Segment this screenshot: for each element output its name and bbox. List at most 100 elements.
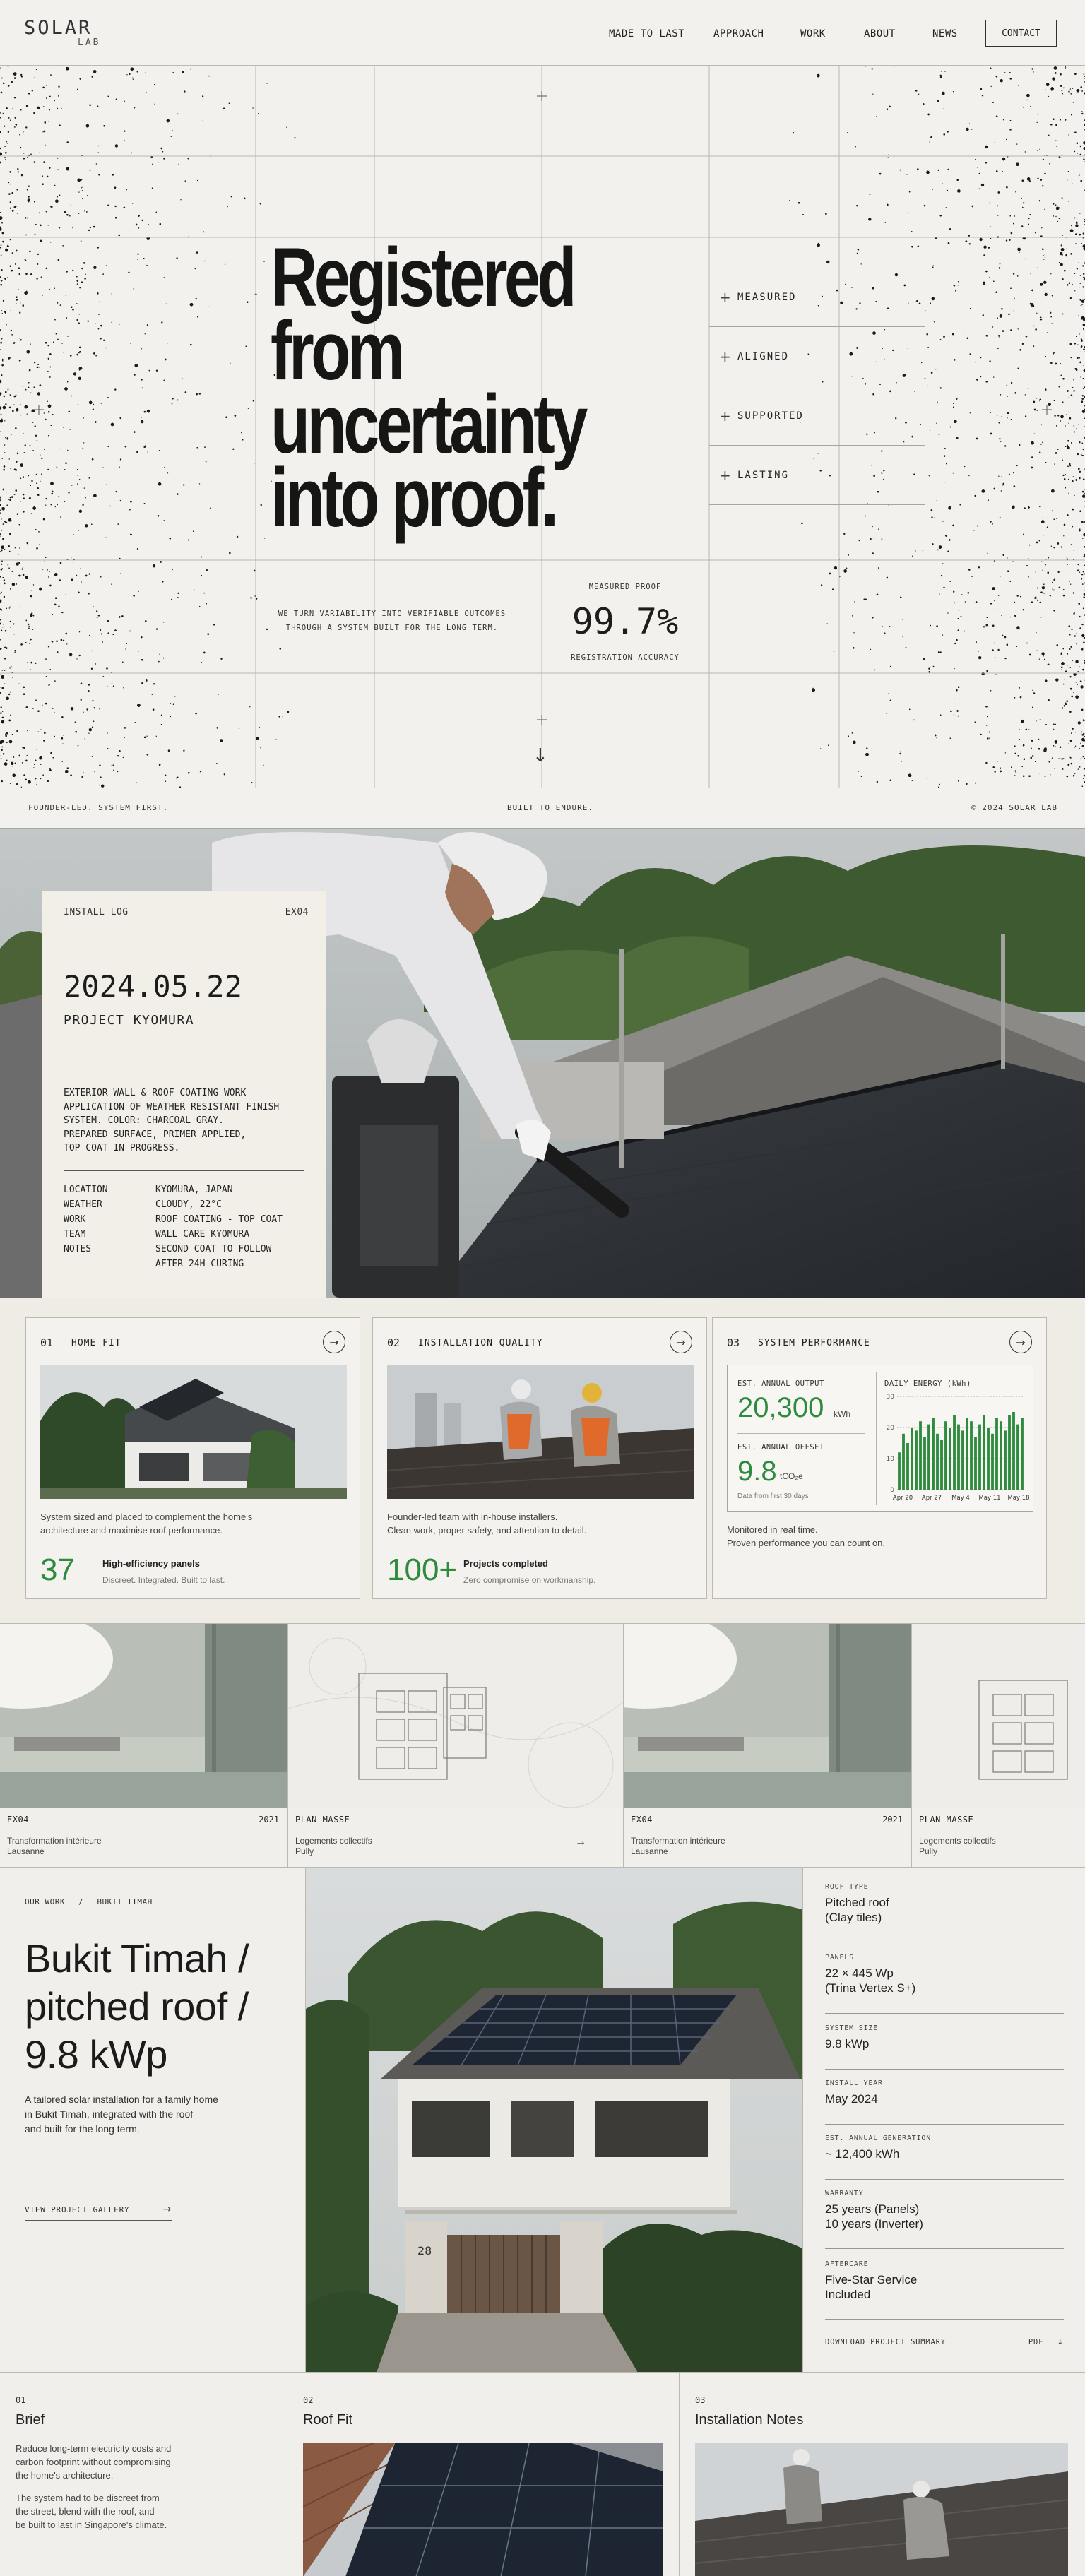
logo[interactable]: SOLAR LAB <box>24 18 100 48</box>
house-number: 28 <box>417 2244 432 2257</box>
spec-value: 25 years (Panels) 10 years (Inverter) <box>825 2202 1064 2231</box>
logo-main: SOLAR <box>24 17 93 39</box>
feature-stat: 37 <box>40 1553 75 1587</box>
install-log-card: INSTALL LOG EX04 2024.05.22 PROJECT KYOM… <box>42 891 326 1298</box>
download-format: PDF ↓ <box>1028 2338 1064 2346</box>
logo-sub: LAB <box>78 37 101 48</box>
para-line: the home's architecture. <box>16 2470 114 2481</box>
pillar-label: ALIGNED <box>737 350 790 362</box>
installers-roof-photo <box>695 2443 1068 2576</box>
spec-system-size: SYSTEM SIZE 9.8 kWp <box>825 2024 1064 2070</box>
install-log-date: 2024.05.22 <box>64 969 242 1004</box>
pillar-lasting[interactable]: + LASTING <box>709 446 925 505</box>
project-type: Logements collectifs <box>919 1836 996 1846</box>
arrow-down-icon[interactable]: ↓ <box>533 745 548 766</box>
projects-strip: EX04 2021 Transformation intérieure Laus… <box>0 1623 1085 1868</box>
arrow-right-icon[interactable]: → <box>1009 1331 1032 1353</box>
daily-energy-chart: 0 10 20 30 Apr 20 Apr 27 May 4 May 11 May 18 <box>887 1394 1030 1502</box>
feature-card-system-performance[interactable]: 03 SYSTEM PERFORMANCE → EST. ANNUAL OUTP… <box>712 1317 1047 1599</box>
feature-title: INSTALLATION QUALITY <box>418 1338 543 1348</box>
brief-paragraph-1: Reduce long-term electricity costs and c… <box>16 2442 192 2482</box>
plus-icon: + <box>719 348 731 365</box>
project-location: Lausanne <box>7 1846 45 1856</box>
spec-value: Pitched roof (Clay tiles) <box>825 1895 1064 1925</box>
chart-y-tick-label: 0 <box>890 1487 894 1494</box>
plus-icon: + <box>719 466 731 484</box>
arrow-right-icon[interactable]: → <box>670 1331 692 1353</box>
project-card[interactable]: EX04 2021 Transformation intérieure Laus… <box>624 1624 912 1868</box>
nav-link-approach[interactable]: APPROACH <box>713 28 764 40</box>
desc-line: Founder-led team with in-house installer… <box>387 1512 558 1522</box>
nav-link-about[interactable]: ABOUT <box>864 28 896 40</box>
hero-subtitle: WE TURN VARIABILITY INTO VERIFIABLE OUTC… <box>274 607 510 635</box>
pillar-measured[interactable]: + MEASURED <box>709 268 925 327</box>
project-card[interactable]: EX04 2021 Transformation intérieure Laus… <box>0 1624 288 1868</box>
chart-x-tick-label: Apr 27 <box>922 1495 942 1502</box>
desc-line: and built for the long term. <box>25 2123 140 2135</box>
pillar-label: LASTING <box>737 469 790 481</box>
gallery-label: VIEW PROJECT GALLERY <box>25 2205 130 2214</box>
project-image <box>912 1624 1085 1808</box>
download-summary-link[interactable]: DOWNLOAD PROJECT SUMMARY PDF ↓ <box>825 2338 1064 2346</box>
strip-center: BUILT TO ENDURE. <box>507 803 593 812</box>
hero-title-line-3: uncertainty <box>271 378 588 471</box>
format-label: PDF <box>1028 2338 1044 2346</box>
desc-line: Monitored in real time. <box>727 1524 818 1535</box>
project-card[interactable]: PLAN MASSE Logements collectifs Pully <box>912 1624 1085 1868</box>
project-location: Lausanne <box>631 1846 668 1856</box>
feature-description: System sized and placed to complement th… <box>40 1510 337 1537</box>
breadcrumb-bukit-timah: BUKIT TIMAH <box>97 1897 153 1906</box>
breadcrumb-our-work[interactable]: OUR WORK <box>25 1897 65 1906</box>
chart-bar <box>970 1421 973 1490</box>
chart-bar <box>911 1428 913 1490</box>
desc-line: Clean work, proper safety, and attention… <box>387 1525 587 1536</box>
chart-bar <box>906 1443 909 1490</box>
contact-button[interactable]: CONTACT <box>985 20 1057 47</box>
house-solar-photo: 28 <box>305 1868 803 2373</box>
detail-row: WEATHER CLOUDY, 22°C <box>64 1197 311 1212</box>
spec-line: (Trina Vertex S+) <box>825 1981 916 1995</box>
spec-line: (Clay tiles) <box>825 1911 882 1924</box>
pillar-aligned[interactable]: + ALIGNED <box>709 327 925 386</box>
download-icon: ↓ <box>1057 2338 1064 2346</box>
spec-key: AFTERCARE <box>825 2260 869 2268</box>
chart-bar <box>1016 1424 1019 1490</box>
feature-title: SYSTEM PERFORMANCE <box>758 1338 870 1348</box>
nav-link-news[interactable]: NEWS <box>932 28 958 40</box>
detail-row: AFTER 24H CURING <box>64 1257 311 1271</box>
annual-offset-label: EST. ANNUAL OFFSET <box>737 1443 824 1452</box>
chart-y-tick-label: 30 <box>887 1394 895 1401</box>
feature-card-home-fit[interactable]: 01 HOME FIT → System sized and placed to… <box>25 1317 360 1599</box>
hero-title-line-1: Registered <box>271 231 577 324</box>
chart-y-tick-label: 10 <box>887 1456 895 1463</box>
arrow-right-icon[interactable]: → <box>323 1331 345 1353</box>
project-year: 2021 <box>882 1815 903 1824</box>
project-image <box>0 1624 287 1808</box>
detail-value: WALL CARE KYOMURA <box>155 1229 250 1240</box>
chart-bar <box>991 1433 994 1490</box>
project-card[interactable]: PLAN MASSE Logements collectifs Pully → <box>288 1624 624 1868</box>
nav-link-made-to-last[interactable]: MADE TO LAST <box>609 28 684 40</box>
section-number: 03 <box>695 2395 706 2405</box>
chart-bar <box>983 1415 985 1490</box>
chart-bar <box>940 1440 943 1490</box>
project-label: EX04 <box>631 1815 653 1824</box>
arrow-right-icon[interactable]: → <box>575 1836 586 1848</box>
desc-line: A tailored solar installation for a fami… <box>25 2094 218 2105</box>
project-type: Transformation intérieure <box>631 1836 725 1846</box>
project-type: Logements collectifs <box>295 1836 372 1846</box>
project-image <box>288 1624 623 1808</box>
roof-panels-photo <box>303 2443 663 2576</box>
para-line: the street, blend with the roof, and <box>16 2506 155 2517</box>
feature-card-installation-quality[interactable]: 02 INSTALLATION QUALITY → Founder-led te… <box>372 1317 707 1599</box>
section-number: 01 <box>16 2395 26 2405</box>
chart-bar <box>953 1415 956 1490</box>
view-gallery-link[interactable]: VIEW PROJECT GALLERY → <box>25 2204 172 2221</box>
nav-link-work[interactable]: WORK <box>800 28 826 40</box>
chart-bar <box>915 1430 918 1490</box>
pillar-supported[interactable]: + SUPPORTED <box>709 386 925 446</box>
spec-value: Five-Star Service Included <box>825 2272 1064 2302</box>
spec-key: PANELS <box>825 1954 854 1961</box>
chart-x-tick-label: May 18 <box>1007 1495 1029 1502</box>
chart-bar <box>1012 1412 1015 1490</box>
